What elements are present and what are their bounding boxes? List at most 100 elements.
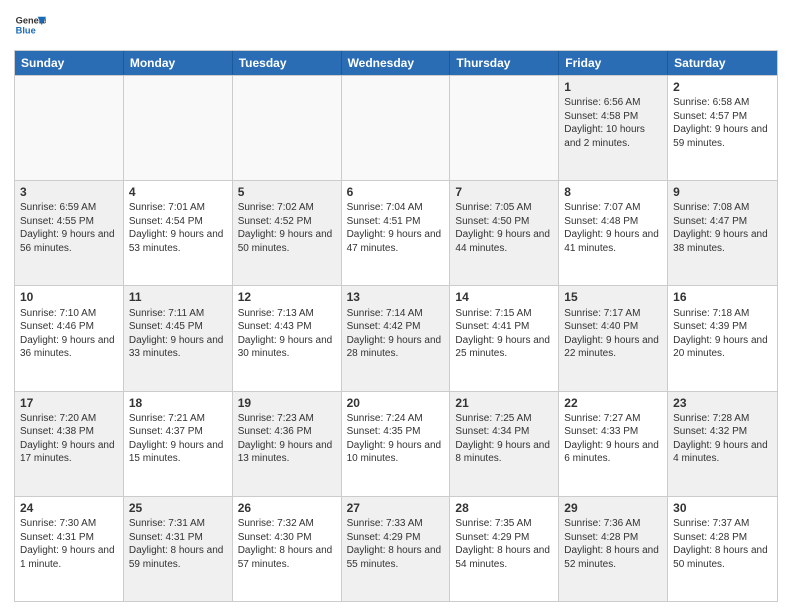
- day-info: Sunrise: 7:21 AM Sunset: 4:37 PM Dayligh…: [129, 413, 224, 465]
- day-number: 8: [564, 184, 662, 200]
- day-info: Sunrise: 7:02 AM Sunset: 4:52 PM Dayligh…: [238, 202, 333, 254]
- day-number: 18: [129, 395, 227, 411]
- calendar-cell: 29Sunrise: 7:36 AM Sunset: 4:28 PM Dayli…: [559, 497, 668, 601]
- day-info: Sunrise: 7:20 AM Sunset: 4:38 PM Dayligh…: [20, 413, 115, 465]
- day-info: Sunrise: 7:11 AM Sunset: 4:45 PM Dayligh…: [129, 308, 224, 360]
- day-info: Sunrise: 7:13 AM Sunset: 4:43 PM Dayligh…: [238, 308, 333, 360]
- day-number: 15: [564, 289, 662, 305]
- day-number: 28: [455, 500, 553, 516]
- calendar-row: 17 Sunrise: 7:20 AM Sunset: 4:38 PM Dayli…: [15, 391, 777, 496]
- day-info: Sunrise: 7:28 AM Sunset: 4:32 PM Dayligh…: [673, 413, 768, 465]
- day-number: 11: [129, 289, 227, 305]
- calendar-cell: 10 Sunrise: 7:10 AM Sunset: 4:46 PM Dayli…: [15, 286, 124, 390]
- day-info: Sunrise: 6:59 AM Sunset: 4:55 PM Dayligh…: [20, 202, 115, 254]
- day-info: Sunrise: 7:14 AM Sunset: 4:42 PM Dayligh…: [347, 308, 442, 360]
- day-info: Sunrise: 7:04 AM Sunset: 4:51 PM Dayligh…: [347, 202, 442, 254]
- day-number: 22: [564, 395, 662, 411]
- calendar-cell: 18 Sunrise: 7:21 AM Sunset: 4:37 PM Dayli…: [124, 392, 233, 496]
- page: General Blue SundayMondayTuesdayWednesda…: [0, 0, 792, 612]
- calendar-cell: 3 Sunrise: 6:59 AM Sunset: 4:55 PM Daylig…: [15, 181, 124, 285]
- calendar-cell: 21 Sunrise: 7:25 AM Sunset: 4:34 PM Dayli…: [450, 392, 559, 496]
- calendar-row: 3 Sunrise: 6:59 AM Sunset: 4:55 PM Daylig…: [15, 180, 777, 285]
- calendar-cell: 16 Sunrise: 7:18 AM Sunset: 4:39 PM Dayli…: [668, 286, 777, 390]
- calendar-cell: [342, 76, 451, 180]
- calendar-header: SundayMondayTuesdayWednesdayThursdayFrid…: [15, 51, 777, 75]
- calendar-cell: 14 Sunrise: 7:15 AM Sunset: 4:41 PM Dayli…: [450, 286, 559, 390]
- day-number: 19: [238, 395, 336, 411]
- logo: General Blue: [14, 10, 46, 42]
- calendar-cell: 9 Sunrise: 7:08 AM Sunset: 4:47 PM Daylig…: [668, 181, 777, 285]
- calendar-cell: [233, 76, 342, 180]
- calendar-cell: 23 Sunrise: 7:28 AM Sunset: 4:32 PM Dayli…: [668, 392, 777, 496]
- calendar-cell: 25 Sunrise: 7:31 AM Sunset: 4:31 PM Dayli…: [124, 497, 233, 601]
- calendar-cell: 7Sunrise: 7:05 AM Sunset: 4:50 PM Daylig…: [450, 181, 559, 285]
- day-info: Sunrise: 6:56 AM Sunset: 4:58 PM Dayligh…: [564, 97, 645, 149]
- day-number: 10: [20, 289, 118, 305]
- day-info: Sunrise: 7:07 AM Sunset: 4:48 PM Dayligh…: [564, 202, 659, 254]
- weekday-header: Friday: [559, 51, 668, 75]
- calendar-cell: 8 Sunrise: 7:07 AM Sunset: 4:48 PM Daylig…: [559, 181, 668, 285]
- day-number: 26: [238, 500, 336, 516]
- day-info: Sunrise: 7:18 AM Sunset: 4:39 PM Dayligh…: [673, 308, 768, 360]
- day-number: 17: [20, 395, 118, 411]
- calendar-row: 1Sunrise: 6:56 AM Sunset: 4:58 PM Daylig…: [15, 75, 777, 180]
- calendar-cell: 13 Sunrise: 7:14 AM Sunset: 4:42 PM Dayli…: [342, 286, 451, 390]
- calendar-cell: 24 Sunrise: 7:30 AM Sunset: 4:31 PM Dayli…: [15, 497, 124, 601]
- calendar-cell: 2 Sunrise: 6:58 AM Sunset: 4:57 PM Daylig…: [668, 76, 777, 180]
- day-number: 5: [238, 184, 336, 200]
- weekday-header: Saturday: [668, 51, 777, 75]
- day-number: 27: [347, 500, 445, 516]
- calendar-row: 24 Sunrise: 7:30 AM Sunset: 4:31 PM Dayli…: [15, 496, 777, 601]
- day-number: 2: [673, 79, 772, 95]
- weekday-header: Monday: [124, 51, 233, 75]
- day-number: 20: [347, 395, 445, 411]
- calendar-cell: 28 Sunrise: 7:35 AM Sunset: 4:29 PM Dayli…: [450, 497, 559, 601]
- day-info: Sunrise: 7:01 AM Sunset: 4:54 PM Dayligh…: [129, 202, 224, 254]
- day-number: 23: [673, 395, 772, 411]
- day-info: Sunrise: 7:32 AM Sunset: 4:30 PM Dayligh…: [238, 518, 333, 570]
- day-number: 3: [20, 184, 118, 200]
- day-number: 30: [673, 500, 772, 516]
- day-info: Sunrise: 7:30 AM Sunset: 4:31 PM Dayligh…: [20, 518, 115, 570]
- calendar-cell: 4 Sunrise: 7:01 AM Sunset: 4:54 PM Daylig…: [124, 181, 233, 285]
- day-info: Sunrise: 7:25 AM Sunset: 4:34 PM Dayligh…: [455, 413, 550, 465]
- header: General Blue: [14, 10, 778, 42]
- day-number: 4: [129, 184, 227, 200]
- day-info: Sunrise: 7:17 AM Sunset: 4:40 PM Dayligh…: [564, 308, 659, 360]
- calendar-cell: 22 Sunrise: 7:27 AM Sunset: 4:33 PM Dayli…: [559, 392, 668, 496]
- weekday-header: Tuesday: [233, 51, 342, 75]
- day-number: 16: [673, 289, 772, 305]
- calendar-row: 10 Sunrise: 7:10 AM Sunset: 4:46 PM Dayli…: [15, 285, 777, 390]
- day-info: Sunrise: 7:08 AM Sunset: 4:47 PM Dayligh…: [673, 202, 768, 254]
- day-info: Sunrise: 7:37 AM Sunset: 4:28 PM Dayligh…: [673, 518, 768, 570]
- day-number: 25: [129, 500, 227, 516]
- weekday-header: Thursday: [450, 51, 559, 75]
- day-info: Sunrise: 6:58 AM Sunset: 4:57 PM Dayligh…: [673, 97, 768, 149]
- day-number: 14: [455, 289, 553, 305]
- calendar-cell: [15, 76, 124, 180]
- calendar-cell: 12Sunrise: 7:13 AM Sunset: 4:43 PM Dayli…: [233, 286, 342, 390]
- day-info: Sunrise: 7:27 AM Sunset: 4:33 PM Dayligh…: [564, 413, 659, 465]
- day-info: Sunrise: 7:35 AM Sunset: 4:29 PM Dayligh…: [455, 518, 550, 570]
- day-number: 24: [20, 500, 118, 516]
- calendar-cell: 6 Sunrise: 7:04 AM Sunset: 4:51 PM Daylig…: [342, 181, 451, 285]
- logo-icon: General Blue: [14, 10, 46, 42]
- day-number: 6: [347, 184, 445, 200]
- calendar-cell: 26 Sunrise: 7:32 AM Sunset: 4:30 PM Dayli…: [233, 497, 342, 601]
- weekday-header: Sunday: [15, 51, 124, 75]
- calendar-cell: 19 Sunrise: 7:23 AM Sunset: 4:36 PM Dayli…: [233, 392, 342, 496]
- day-info: Sunrise: 7:31 AM Sunset: 4:31 PM Dayligh…: [129, 518, 224, 570]
- day-number: 13: [347, 289, 445, 305]
- day-info: Sunrise: 7:33 AM Sunset: 4:29 PM Dayligh…: [347, 518, 442, 570]
- calendar-cell: 27 Sunrise: 7:33 AM Sunset: 4:29 PM Dayli…: [342, 497, 451, 601]
- calendar-cell: 30 Sunrise: 7:37 AM Sunset: 4:28 PM Dayli…: [668, 497, 777, 601]
- calendar-body: 1Sunrise: 6:56 AM Sunset: 4:58 PM Daylig…: [15, 75, 777, 601]
- day-info: Sunrise: 7:10 AM Sunset: 4:46 PM Dayligh…: [20, 308, 115, 360]
- calendar-cell: [124, 76, 233, 180]
- day-number: 9: [673, 184, 772, 200]
- calendar-cell: 11 Sunrise: 7:11 AM Sunset: 4:45 PM Dayli…: [124, 286, 233, 390]
- day-info: Sunrise: 7:15 AM Sunset: 4:41 PM Dayligh…: [455, 308, 550, 360]
- day-info: Sunrise: 7:36 AM Sunset: 4:28 PM Dayligh…: [564, 518, 659, 570]
- day-number: 21: [455, 395, 553, 411]
- day-info: Sunrise: 7:23 AM Sunset: 4:36 PM Dayligh…: [238, 413, 333, 465]
